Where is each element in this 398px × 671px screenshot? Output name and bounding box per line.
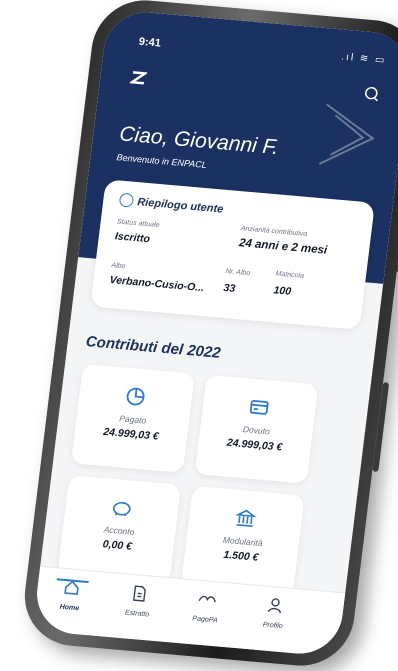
tab-label: Profilo xyxy=(262,621,284,631)
tab-label: PagoPA xyxy=(191,615,218,625)
piggy-bank-icon xyxy=(113,501,131,517)
user-summary-card[interactable]: Riepilogo utente Status attuale Iscritto… xyxy=(90,179,375,330)
tab-profilo[interactable]: Profilo xyxy=(242,595,306,632)
tab-pagopa[interactable]: PagoPA xyxy=(175,589,239,626)
tile-dovuto[interactable]: Dovuto 24.999,03 € xyxy=(194,374,319,484)
tile-modularita[interactable]: Modularità 1.500 € xyxy=(180,485,305,595)
tab-estratto[interactable]: Estratto xyxy=(107,583,171,620)
decorative-pattern xyxy=(318,103,375,165)
stage: 9:41 .ıl ≋ ▭ Ciao, Giovanni F. Benvenuto… xyxy=(0,0,398,670)
anzianita-value: 24 anni e 2 mesi xyxy=(238,237,328,257)
card-title: Riepilogo utente xyxy=(136,196,224,216)
nr-albo-value: 33 xyxy=(222,281,236,295)
albo-label: Albo xyxy=(110,262,126,271)
chat-icon[interactable] xyxy=(363,86,381,103)
nr-albo-label: Nr. Albo xyxy=(225,268,251,278)
tile-pagato[interactable]: Pagato 24.999,03 € xyxy=(71,363,195,473)
albo-value: Verbano-Cusio-O... xyxy=(108,273,205,295)
credit-card-icon xyxy=(249,400,269,415)
user-icon xyxy=(267,598,282,614)
status-value: Iscritto xyxy=(114,230,151,246)
pagopa-icon xyxy=(198,595,216,603)
contributi-title: Contributi del 2022 xyxy=(84,333,222,362)
tab-label: Estratto xyxy=(124,609,150,619)
user-circle-icon xyxy=(118,192,135,208)
anzianita-label: Anzianità contributiva xyxy=(240,225,308,238)
matricola-label: Matricola xyxy=(275,270,305,280)
document-icon xyxy=(133,585,146,602)
tile-acconto[interactable]: Acconto 0,00 € xyxy=(57,475,182,585)
pie-chart-icon xyxy=(126,387,145,406)
tab-label: Home xyxy=(59,603,80,613)
tab-home[interactable]: Home xyxy=(39,577,103,614)
status-label: Status attuale xyxy=(116,218,160,230)
phone-mockup: 9:41 .ıl ≋ ▭ Ciao, Giovanni F. Benvenuto… xyxy=(18,0,398,670)
enpacl-logo-icon xyxy=(129,71,148,85)
status-time: 9:41 xyxy=(138,35,162,50)
matricola-value: 100 xyxy=(272,284,292,298)
bank-icon xyxy=(235,509,257,527)
